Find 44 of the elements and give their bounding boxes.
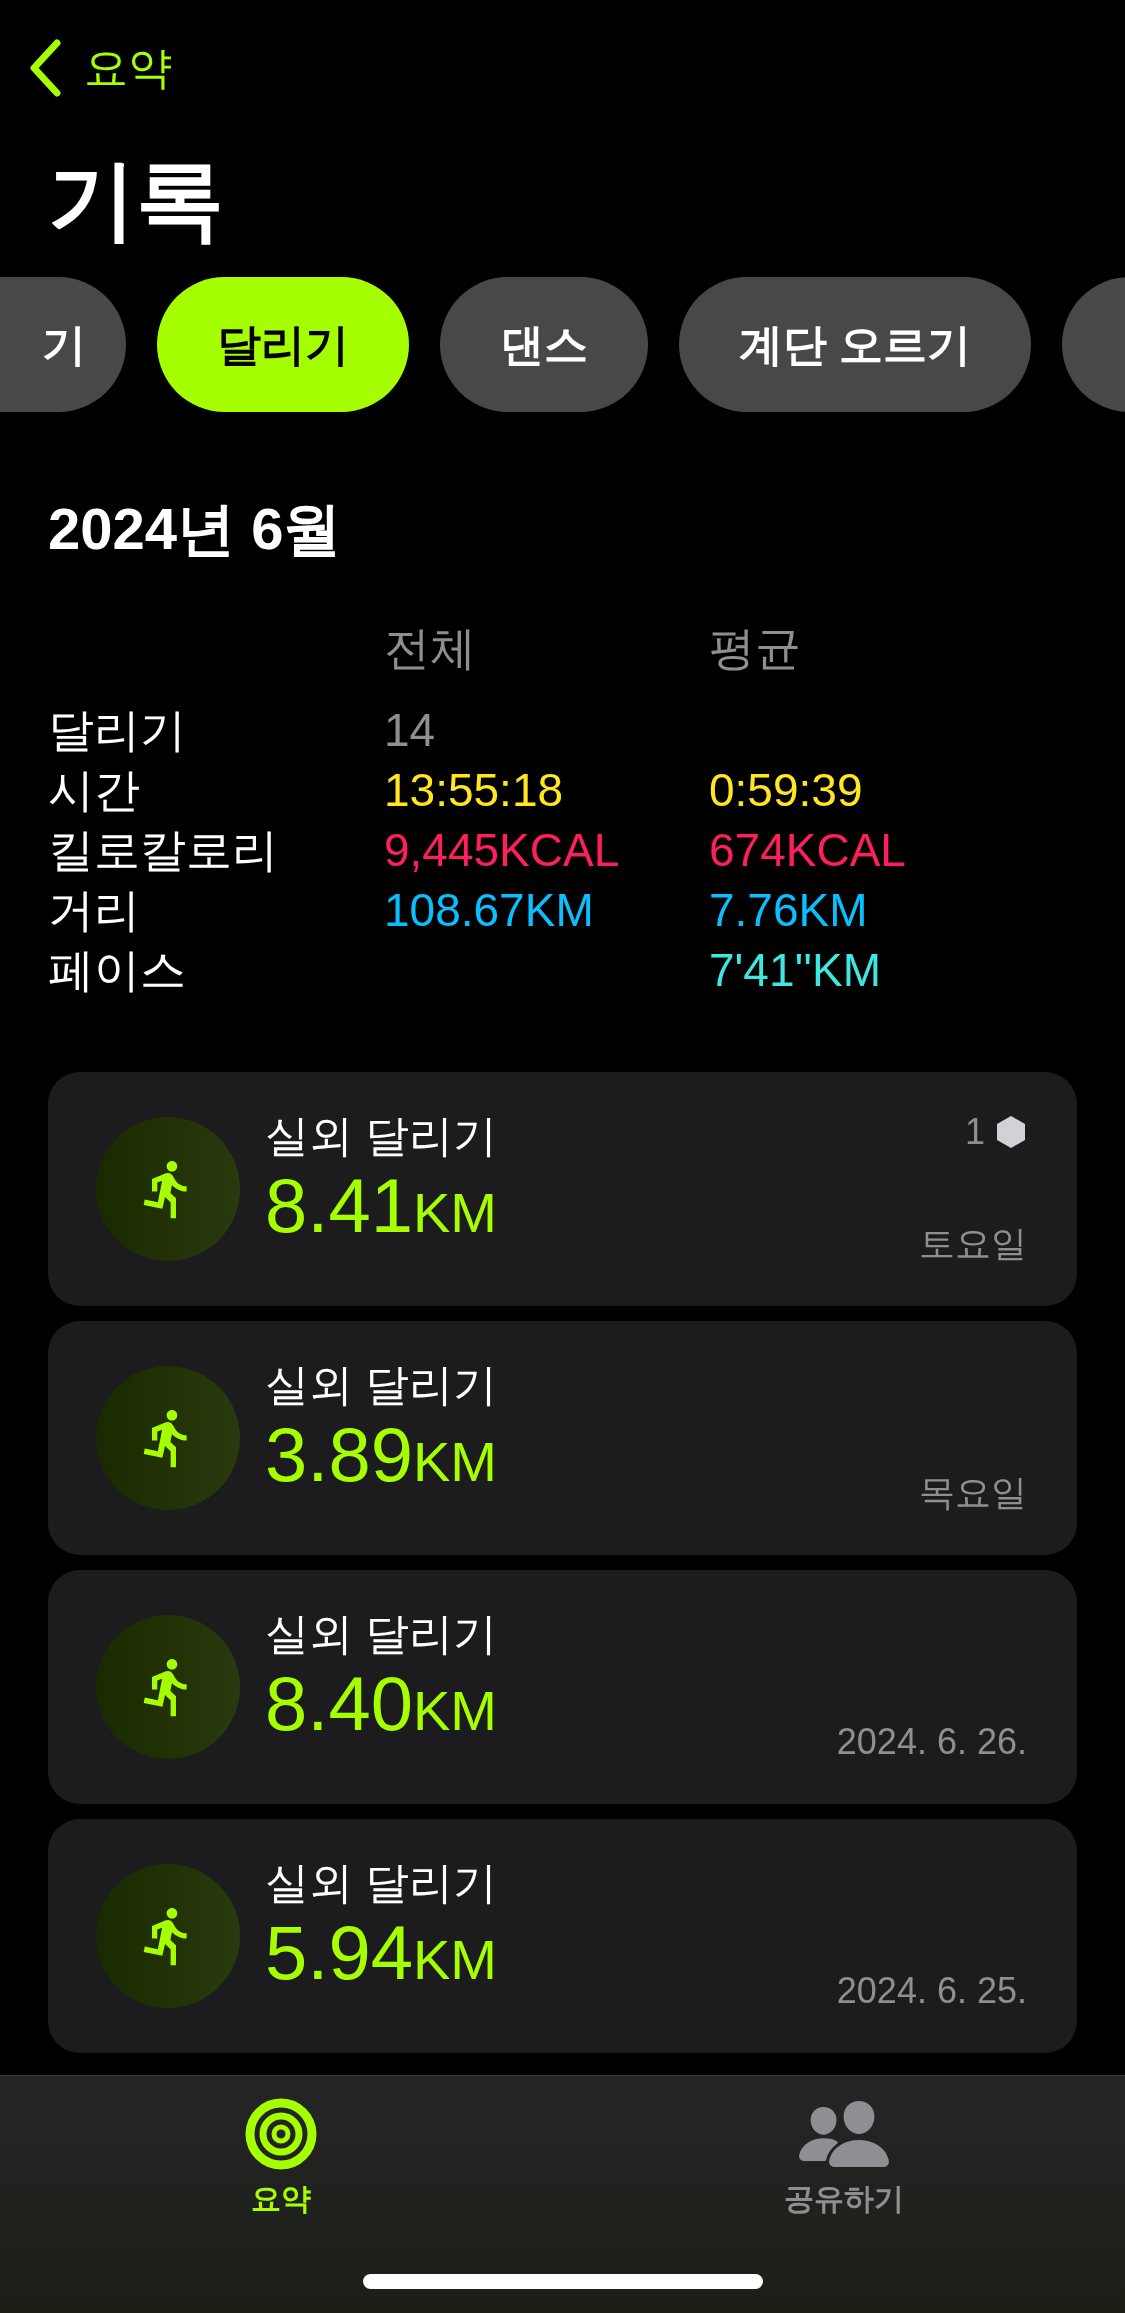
category-chip[interactable]: 기	[0, 277, 126, 412]
stat-label: 달리기	[48, 704, 186, 756]
workout-card[interactable]: 실외 달리기 8.41KM 1 토요일	[48, 1072, 1077, 1306]
stat-average: 7.76KM	[709, 884, 868, 936]
workout-distance: 5.94KM	[265, 1909, 497, 1997]
stat-total: 14	[384, 704, 436, 756]
workout-title: 실외 달리기	[265, 1110, 498, 1162]
hexagon-badge-icon	[995, 1115, 1027, 1149]
stat-label: 시간	[48, 764, 140, 816]
stat-average: 7'41''KM	[709, 944, 882, 996]
workout-title: 실외 달리기	[265, 1608, 498, 1660]
workout-card[interactable]: 실외 달리기 3.89KM 목요일	[48, 1321, 1077, 1555]
page-title: 기록	[48, 156, 224, 244]
tab-bar-item[interactable]: 공유하기	[562, 2098, 1125, 2236]
tab-bar-item[interactable]: 요약	[0, 2098, 563, 2236]
stat-label: 킬로칼로리	[48, 824, 278, 876]
workout-distance: 8.41KM	[265, 1162, 497, 1250]
month-heading: 2024년 6월	[48, 496, 342, 561]
workout-date: 목요일	[919, 1475, 1027, 1511]
back-chevron-icon[interactable]	[28, 39, 62, 97]
column-header: 평균	[709, 622, 801, 674]
stat-label: 거리	[48, 884, 140, 936]
activity-rings-icon	[245, 2098, 318, 2170]
workout-card[interactable]: 실외 달리기 5.94KM 2024. 6. 25.	[48, 1819, 1077, 2053]
category-chip[interactable]: 달리기	[157, 277, 409, 412]
workout-title: 실외 달리기	[265, 1857, 498, 1909]
workout-date: 2024. 6. 26.	[836, 1724, 1027, 1760]
stat-average: 0:59:39	[709, 764, 863, 816]
category-chip[interactable]: 댄스	[440, 277, 648, 412]
workout-title: 실외 달리기	[265, 1359, 498, 1411]
column-header: 전체	[384, 622, 476, 674]
workout-date: 토요일	[919, 1226, 1027, 1262]
award-count: 1	[964, 1114, 985, 1150]
stat-average: 674KCAL	[709, 824, 906, 876]
workout-distance: 8.40KM	[265, 1660, 497, 1748]
stat-label: 페이스	[48, 944, 186, 996]
workout-distance: 3.89KM	[265, 1411, 497, 1499]
stat-total: 13:55:18	[384, 764, 564, 816]
workout-card[interactable]: 실외 달리기 8.40KM 2024. 6. 26.	[48, 1570, 1077, 1804]
back-link[interactable]: 요약	[84, 46, 172, 90]
category-chip[interactable]: 계단 오르기	[679, 277, 1032, 412]
stat-total: 9,445KCAL	[384, 824, 620, 876]
stat-total: 108.67KM	[384, 884, 594, 936]
workout-date: 2024. 6. 25.	[836, 1973, 1027, 2009]
